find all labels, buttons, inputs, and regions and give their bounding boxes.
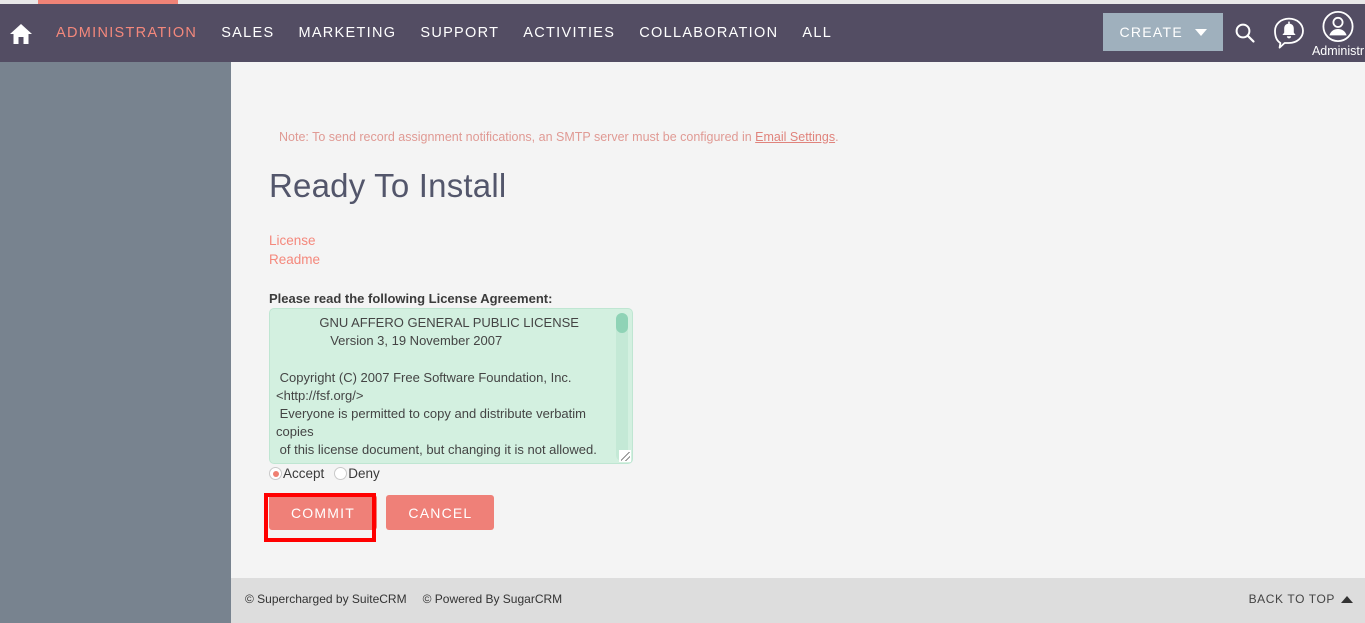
create-button[interactable]: CREATE (1103, 13, 1223, 51)
home-icon[interactable] (8, 22, 34, 46)
license-scrollbar-thumb[interactable] (616, 313, 628, 333)
create-button-label: CREATE (1119, 24, 1183, 40)
navbar-right-group: CREATE Administr (1103, 4, 1365, 62)
accept-radio-label[interactable]: Accept (283, 466, 324, 481)
smtp-note: Note: To send record assignment notifica… (279, 130, 839, 144)
commit-button[interactable]: COMMIT (269, 495, 377, 530)
page-footer: © Supercharged by SuiteCRM © Powered By … (231, 578, 1365, 623)
notification-bell-icon[interactable] (1267, 10, 1311, 56)
accept-radio[interactable] (269, 467, 282, 480)
chevron-down-icon (1195, 28, 1207, 36)
navbar-left-group: ADMINISTRATION SALES MARKETING SUPPORT A… (0, 4, 844, 62)
smtp-note-suffix: . (835, 130, 839, 144)
doc-links: License Readme (269, 232, 320, 269)
license-choice-radio-group: Accept Deny (269, 466, 390, 481)
nav-item-collaboration[interactable]: COLLABORATION (627, 4, 790, 62)
nav-item-administration[interactable]: ADMINISTRATION (44, 4, 209, 62)
readme-link[interactable]: Readme (269, 251, 320, 270)
license-link[interactable]: License (269, 232, 320, 251)
textarea-resize-grip[interactable] (619, 450, 631, 462)
deny-radio[interactable] (334, 467, 348, 480)
nav-item-marketing[interactable]: MARKETING (286, 4, 408, 62)
back-to-top-label: BACK TO TOP (1248, 592, 1335, 606)
page-title: Ready To Install (269, 167, 507, 204)
nav-item-sales[interactable]: SALES (209, 4, 286, 62)
license-agreement-textarea[interactable]: GNU AFFERO GENERAL PUBLIC LICENSE Versio… (269, 308, 633, 464)
supercharged-credit: © Supercharged by SuiteCRM (245, 592, 407, 606)
action-buttons: COMMIT CANCEL (269, 495, 495, 530)
footer-credits: © Supercharged by SuiteCRM © Powered By … (245, 592, 562, 606)
email-settings-link[interactable]: Email Settings (755, 130, 835, 144)
nav-item-activities[interactable]: ACTIVITIES (511, 4, 627, 62)
nav-item-all[interactable]: ALL (790, 4, 844, 62)
smtp-note-prefix: Note: To send record assignment notifica… (279, 130, 756, 144)
nav-item-support[interactable]: SUPPORT (408, 4, 511, 62)
license-agreement-label: Please read the following License Agreem… (269, 291, 553, 306)
powered-credit: © Powered By SugarCRM (422, 592, 563, 606)
search-icon[interactable] (1223, 10, 1267, 56)
suitecrm-install-page: ADMINISTRATION SALES MARKETING SUPPORT A… (0, 0, 1365, 623)
user-menu[interactable]: Administr (1311, 10, 1365, 62)
user-avatar-icon (1322, 10, 1354, 43)
deny-radio-label[interactable]: Deny (348, 466, 380, 481)
main-navbar: ADMINISTRATION SALES MARKETING SUPPORT A… (0, 4, 1365, 62)
user-name-label: Administr (1311, 44, 1365, 58)
license-scrollbar[interactable] (616, 313, 628, 461)
left-sidebar (0, 62, 231, 623)
back-to-top-button[interactable]: BACK TO TOP (1249, 592, 1353, 606)
cancel-button[interactable]: CANCEL (386, 495, 495, 530)
chevron-up-icon (1341, 595, 1353, 603)
main-content: Note: To send record assignment notifica… (231, 62, 1365, 578)
license-agreement-text: GNU AFFERO GENERAL PUBLIC LICENSE Versio… (276, 315, 597, 458)
